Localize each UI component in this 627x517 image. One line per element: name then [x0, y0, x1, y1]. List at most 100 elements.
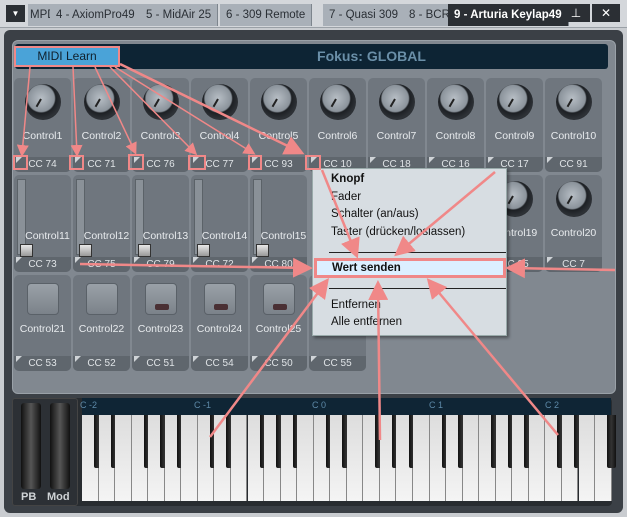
- midi-learn-button[interactable]: MIDI Learn: [14, 46, 120, 67]
- control-cell[interactable]: Control23 CC 51: [132, 275, 189, 371]
- white-key[interactable]: [230, 415, 248, 501]
- corner-menu-icon[interactable]: [252, 257, 258, 263]
- control-cell[interactable]: Control15 CC 80: [250, 175, 307, 272]
- knob[interactable]: [84, 84, 120, 120]
- corner-menu-icon[interactable]: [75, 356, 81, 362]
- corner-menu-icon[interactable]: [311, 157, 317, 163]
- control-cell[interactable]: Control12 CC 75: [73, 175, 130, 272]
- knob[interactable]: [556, 181, 592, 217]
- pad-button[interactable]: [27, 283, 59, 315]
- corner-menu-icon[interactable]: [311, 356, 317, 362]
- corner-menu-icon[interactable]: [193, 157, 199, 163]
- tab-4[interactable]: 6 - 309 Remote: [220, 4, 313, 26]
- control-cell[interactable]: Control5 CC 93: [250, 78, 307, 172]
- fader-track[interactable]: [135, 179, 151, 257]
- cc-label: CC 93: [250, 157, 307, 172]
- menu-item-alle-entfernen[interactable]: Alle entfernen: [331, 316, 402, 328]
- menu-item-wert-senden[interactable]: Wert senden: [314, 258, 506, 278]
- fader-track[interactable]: [253, 179, 269, 257]
- control-label: Control21: [19, 323, 66, 335]
- pad-button[interactable]: [145, 283, 177, 315]
- control-cell[interactable]: Control3 CC 76: [132, 78, 189, 172]
- corner-menu-icon[interactable]: [193, 356, 199, 362]
- control-cell[interactable]: Control14 CC 72: [191, 175, 248, 272]
- pad-button[interactable]: [263, 283, 295, 315]
- knob[interactable]: [497, 84, 533, 120]
- white-key[interactable]: [346, 415, 364, 501]
- knob[interactable]: [143, 84, 179, 120]
- fader-track[interactable]: [17, 179, 33, 257]
- corner-menu-icon[interactable]: [75, 157, 81, 163]
- corner-menu-icon[interactable]: [252, 356, 258, 362]
- control-cell[interactable]: Control7 CC 18: [368, 78, 425, 172]
- tab-menu-dropdown[interactable]: ▼: [6, 5, 25, 22]
- knob[interactable]: [25, 84, 61, 120]
- menu-item-schalter[interactable]: Schalter (an/aus): [331, 208, 419, 220]
- white-key[interactable]: [528, 415, 546, 501]
- white-key[interactable]: [578, 415, 596, 501]
- fader-handle[interactable]: [256, 244, 269, 257]
- corner-menu-icon[interactable]: [547, 157, 553, 163]
- corner-menu-icon[interactable]: [547, 257, 553, 263]
- control-cell[interactable]: Control9 CC 17: [486, 78, 543, 172]
- control-cell[interactable]: Control20 CC 7: [545, 175, 602, 272]
- knob[interactable]: [379, 84, 415, 120]
- corner-menu-icon[interactable]: [488, 157, 494, 163]
- corner-menu-icon[interactable]: [134, 257, 140, 263]
- white-key[interactable]: [115, 415, 132, 501]
- fader-track[interactable]: [194, 179, 210, 257]
- tab-3[interactable]: 5 - MidAir 25: [140, 4, 219, 26]
- corner-menu-icon[interactable]: [16, 157, 22, 163]
- tab-2[interactable]: 4 - AxiomPro49: [50, 4, 142, 26]
- fader-handle[interactable]: [138, 244, 151, 257]
- white-key[interactable]: [181, 415, 198, 501]
- corner-menu-icon[interactable]: [134, 157, 140, 163]
- control-cell[interactable]: Control22 CC 52: [73, 275, 130, 371]
- control-cell[interactable]: Control24 CC 54: [191, 275, 248, 371]
- control-cell[interactable]: Control25 CC 50: [250, 275, 307, 371]
- menu-item-entfernen[interactable]: Entfernen: [331, 299, 381, 311]
- fader-handle[interactable]: [197, 244, 210, 257]
- corner-menu-icon[interactable]: [370, 157, 376, 163]
- tab-7[interactable]: 9 - Arturia Keylap49: [448, 4, 569, 26]
- control-cell[interactable]: Control8 CC 16: [427, 78, 484, 172]
- control-cell[interactable]: Control11 CC 73: [14, 175, 71, 272]
- fader-handle[interactable]: [20, 244, 33, 257]
- pin-icon[interactable]: ⊥: [562, 4, 590, 22]
- corner-menu-icon[interactable]: [16, 257, 22, 263]
- corner-menu-icon[interactable]: [16, 356, 22, 362]
- control-cell[interactable]: Control1 CC 74: [14, 78, 71, 172]
- white-key[interactable]: [297, 415, 314, 501]
- knob[interactable]: [438, 84, 474, 120]
- pitch-bend-wheel[interactable]: [21, 403, 41, 489]
- led-indicator: [214, 304, 228, 310]
- corner-menu-icon[interactable]: [193, 257, 199, 263]
- menu-item-fader[interactable]: Fader: [331, 191, 361, 203]
- knob[interactable]: [261, 84, 297, 120]
- mod-wheel[interactable]: [50, 403, 70, 489]
- control-cell[interactable]: Control13 CC 79: [132, 175, 189, 272]
- fader-handle[interactable]: [79, 244, 92, 257]
- white-key[interactable]: [462, 415, 480, 501]
- control-cell[interactable]: Control10 CC 91: [545, 78, 602, 172]
- tab-5[interactable]: 7 - Quasi 309: [323, 4, 406, 26]
- corner-menu-icon[interactable]: [134, 356, 140, 362]
- corner-menu-icon[interactable]: [252, 157, 258, 163]
- control-cell[interactable]: Control21 CC 53: [14, 275, 71, 371]
- knob[interactable]: [320, 84, 356, 120]
- corner-menu-icon[interactable]: [75, 257, 81, 263]
- knob[interactable]: [202, 84, 238, 120]
- white-key[interactable]: [413, 415, 430, 501]
- fader-track[interactable]: [76, 179, 92, 257]
- menu-item-knopf[interactable]: Knopf: [331, 173, 364, 185]
- pad-button[interactable]: [204, 283, 236, 315]
- control-cell[interactable]: Control6 CC 10: [309, 78, 366, 172]
- menu-item-taster[interactable]: Taster (drücken/loslassen): [331, 226, 465, 238]
- control-cell[interactable]: Control4 CC 77: [191, 78, 248, 172]
- pad-button[interactable]: [86, 283, 118, 315]
- black-key[interactable]: [607, 415, 617, 468]
- corner-menu-icon[interactable]: [429, 157, 435, 163]
- close-icon[interactable]: ✕: [592, 4, 620, 22]
- control-cell[interactable]: Control2 CC 71: [73, 78, 130, 172]
- knob[interactable]: [556, 84, 592, 120]
